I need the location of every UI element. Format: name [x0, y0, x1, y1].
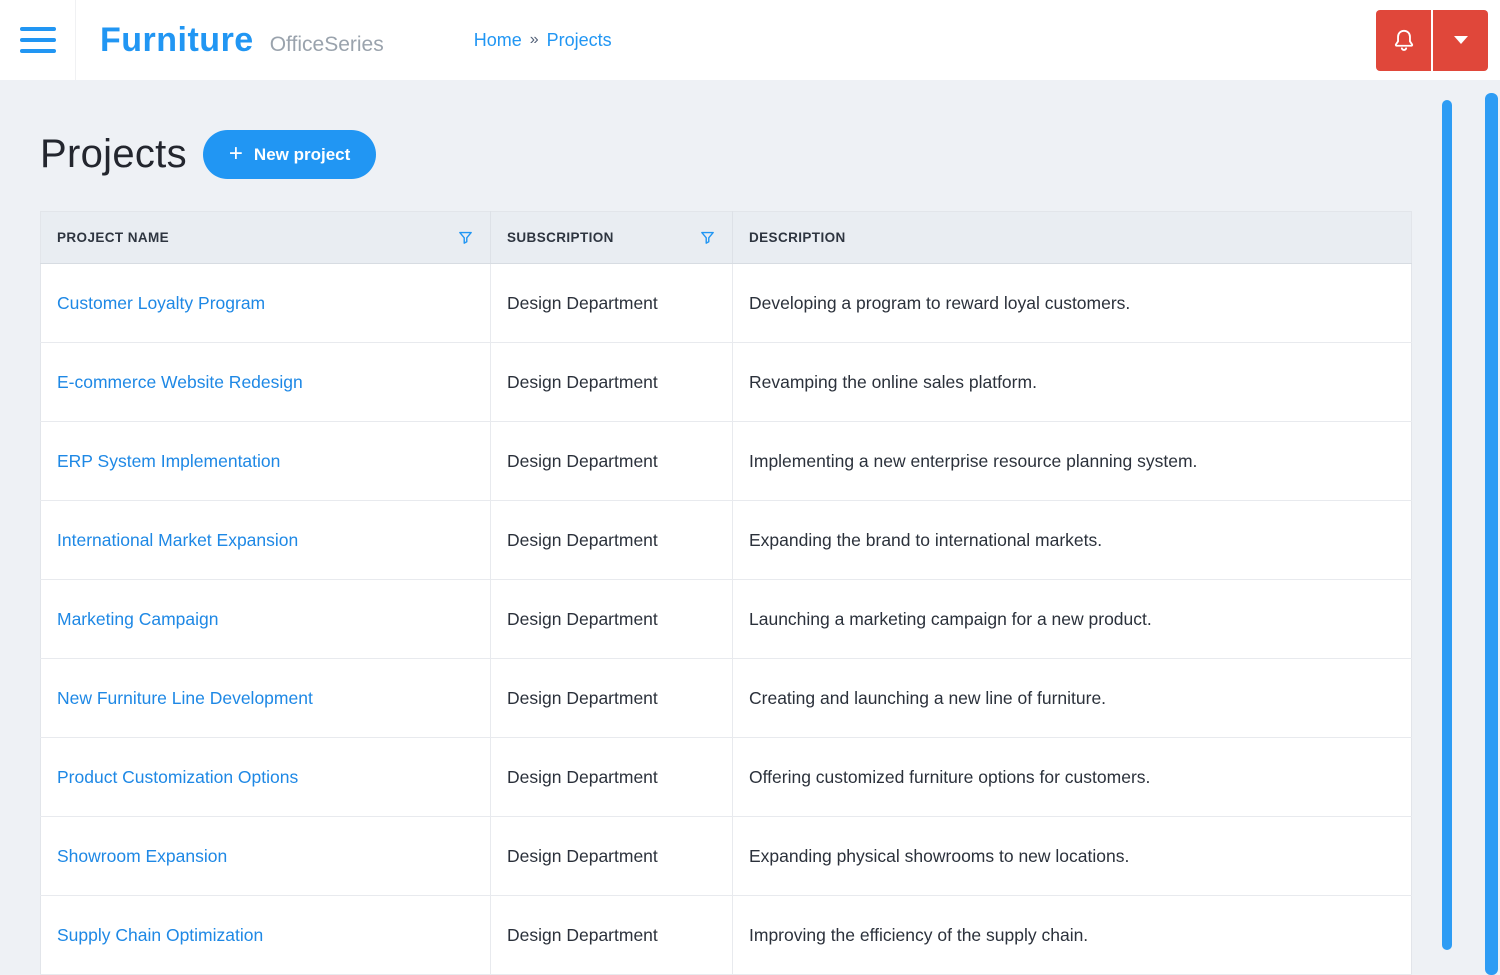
- main-content: Projects + New project PROJECT NAME SUBS…: [0, 130, 1500, 975]
- menu-bar: [19, 49, 56, 53]
- project-name-cell: Product Customization Options: [40, 737, 491, 817]
- menu-icon[interactable]: [19, 27, 56, 53]
- app-root: Furniture OfficeSeries Home » Projects P…: [0, 0, 1500, 975]
- subscription-cell: Design Department: [490, 500, 733, 580]
- filter-funnel-icon[interactable]: [457, 229, 474, 246]
- subscription-cell: Design Department: [490, 816, 733, 896]
- project-link[interactable]: ERP System Implementation: [57, 451, 280, 471]
- brand-name: Furniture: [100, 20, 254, 59]
- projects-table: PROJECT NAME SUBSCRIPTION DESCRIPTION Cu…: [40, 211, 1412, 975]
- table-row: Showroom Expansion Design Department Expan…: [40, 816, 1412, 896]
- column-label: DESCRIPTION: [749, 230, 846, 245]
- menu-button-container: [0, 0, 76, 80]
- description-cell: Creating and launching a new line of fur…: [732, 658, 1412, 738]
- project-name-cell: Showroom Expansion: [40, 816, 491, 896]
- topbar-actions: [1376, 9, 1488, 71]
- description-cell: Expanding the brand to international mar…: [732, 500, 1412, 580]
- new-project-label: New project: [253, 144, 351, 164]
- breadcrumb-separator: »: [529, 31, 539, 48]
- project-link[interactable]: Customer Loyalty Program: [57, 293, 265, 313]
- description-cell: Expanding physical showrooms to new loca…: [732, 816, 1412, 896]
- filter-funnel-icon[interactable]: [699, 229, 716, 246]
- project-link[interactable]: Marketing Campaign: [57, 609, 218, 629]
- notifications-button[interactable]: [1376, 9, 1431, 71]
- description-cell: Launching a marketing campaign for a new…: [732, 579, 1412, 659]
- description-cell: Offering customized furniture options fo…: [732, 737, 1412, 817]
- dropdown-caret-icon: [1453, 36, 1468, 44]
- menu-bar: [19, 27, 56, 31]
- project-link[interactable]: Product Customization Options: [57, 767, 298, 787]
- account-dropdown-button[interactable]: [1433, 9, 1488, 71]
- project-link[interactable]: E-commerce Website Redesign: [57, 372, 303, 392]
- subscription-cell: Design Department: [490, 895, 733, 975]
- menu-bar: [19, 38, 56, 42]
- project-name-cell: Marketing Campaign: [40, 579, 491, 659]
- project-link[interactable]: International Market Expansion: [57, 530, 298, 550]
- top-bar: Furniture OfficeSeries Home » Projects: [0, 0, 1500, 80]
- project-link[interactable]: Showroom Expansion: [57, 846, 227, 866]
- project-link[interactable]: New Furniture Line Development: [57, 688, 313, 708]
- description-cell: Revamping the online sales platform.: [732, 342, 1412, 422]
- project-name-cell: ERP System Implementation: [40, 421, 491, 501]
- breadcrumb-projects-link[interactable]: Projects: [547, 30, 612, 51]
- breadcrumb-home-link[interactable]: Home: [474, 30, 522, 51]
- content-scrollbar-thumb[interactable]: [1442, 100, 1452, 950]
- page-title: Projects: [40, 132, 187, 176]
- plus-icon: +: [228, 139, 243, 167]
- project-name-cell: E-commerce Website Redesign: [40, 342, 491, 422]
- breadcrumb: Home » Projects: [474, 30, 612, 51]
- table-row: E-commerce Website Redesign Design Depart…: [40, 342, 1412, 422]
- column-label: SUBSCRIPTION: [507, 230, 614, 245]
- table-row: Supply Chain Optimization Design Departme…: [40, 895, 1412, 975]
- project-name-cell: Supply Chain Optimization: [40, 895, 491, 975]
- table-row: ERP System Implementation Design Departme…: [40, 421, 1412, 501]
- page-scrollbar-thumb[interactable]: [1485, 93, 1498, 975]
- brand: Furniture OfficeSeries: [100, 21, 384, 60]
- project-name-cell: New Furniture Line Development: [40, 658, 491, 738]
- brand-subtitle: OfficeSeries: [269, 32, 384, 56]
- description-cell: Improving the efficiency of the supply c…: [732, 895, 1412, 975]
- subscription-cell: Design Department: [490, 263, 733, 343]
- subscription-cell: Design Department: [490, 579, 733, 659]
- subscription-cell: Design Department: [490, 342, 733, 422]
- table-row: Marketing Campaign Design Department Launc…: [40, 579, 1412, 659]
- table-row: New Furniture Line Development Design Dep…: [40, 658, 1412, 738]
- subscription-cell: Design Department: [490, 737, 733, 817]
- table-row: International Market Expansion Design Dep…: [40, 500, 1412, 580]
- subscription-cell: Design Department: [490, 658, 733, 738]
- table-row: Product Customization Options Design Depa…: [40, 737, 1412, 817]
- description-cell: Developing a program to reward loyal cus…: [732, 263, 1412, 343]
- description-cell: Implementing a new enterprise resource p…: [732, 421, 1412, 501]
- column-label: PROJECT NAME: [57, 230, 170, 245]
- project-name-cell: International Market Expansion: [40, 500, 491, 580]
- column-header-project-name: PROJECT NAME: [40, 211, 491, 264]
- page-header: Projects + New project: [40, 130, 1412, 179]
- new-project-button[interactable]: + New project: [202, 130, 377, 179]
- projects-table-body: Customer Loyalty Program Design Departmen…: [40, 263, 1412, 975]
- project-name-cell: Customer Loyalty Program: [40, 263, 491, 343]
- subscription-cell: Design Department: [490, 421, 733, 501]
- column-header-subscription: SUBSCRIPTION: [490, 211, 733, 264]
- table-header: PROJECT NAME SUBSCRIPTION DESCRIPTION: [40, 211, 1412, 264]
- column-header-description: DESCRIPTION: [732, 211, 1412, 264]
- notification-bell-icon: [1394, 29, 1413, 51]
- project-link[interactable]: Supply Chain Optimization: [57, 925, 263, 945]
- table-row: Customer Loyalty Program Design Departmen…: [40, 263, 1412, 343]
